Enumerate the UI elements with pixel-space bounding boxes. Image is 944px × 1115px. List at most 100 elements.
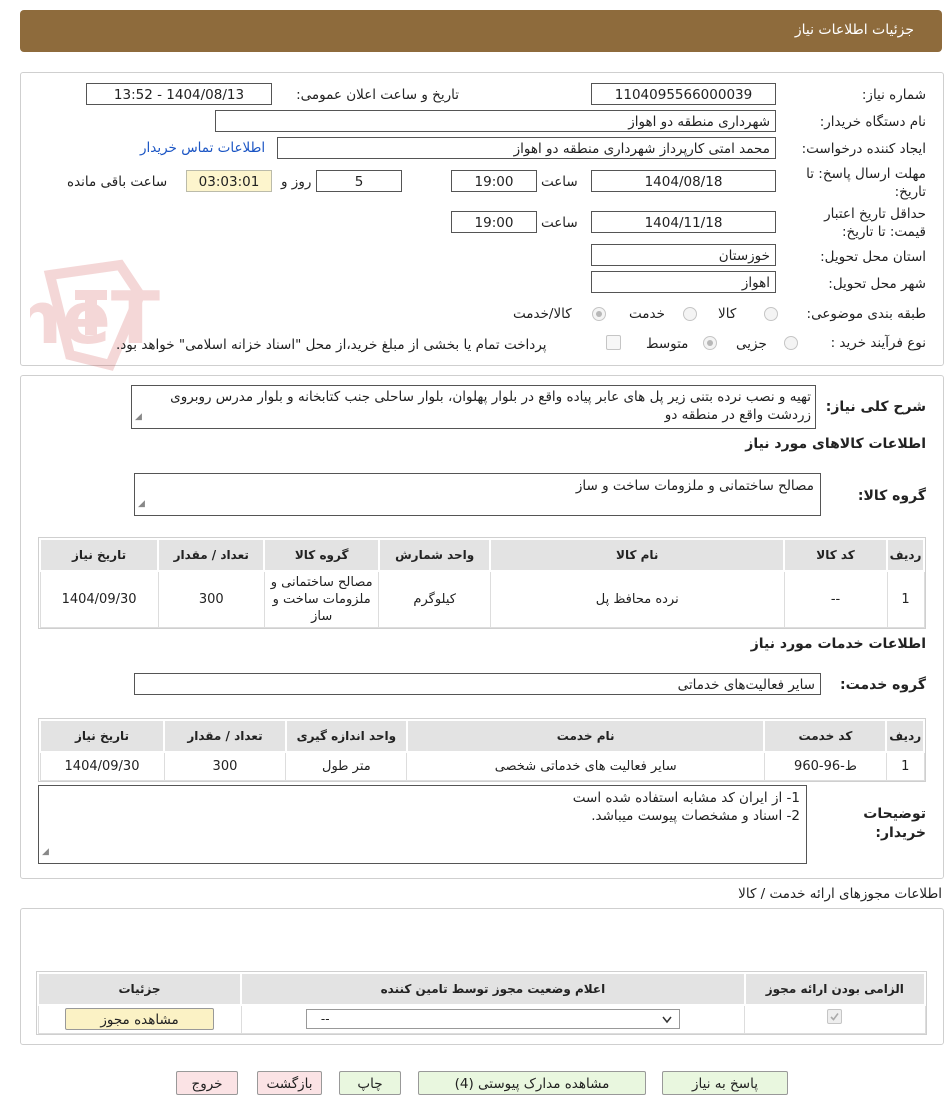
remaining-label: ساعت باقی مانده xyxy=(67,174,168,190)
city-field: اهواز xyxy=(591,271,776,293)
need-number-label: شماره نیاز: xyxy=(861,87,926,103)
days-label: روز و xyxy=(281,174,312,190)
cell-need-date: 1404/09/30 xyxy=(39,570,159,628)
table-row: -- مشاهده مجوز xyxy=(37,1004,926,1034)
goods-section-title: اطلاعات کالاهای مورد نیاز xyxy=(745,436,926,452)
requester-field: محمد امتی کارپرداز شهرداری منطقه دو اهوا… xyxy=(277,137,776,159)
col-service-name: نام خدمت xyxy=(405,719,766,753)
cell-service-code: ط-96-960 xyxy=(763,751,887,781)
cell-goods-name: نرده محافظ پل xyxy=(489,570,785,628)
cell-row-number: 1 xyxy=(886,570,925,628)
cell-need-date: 1404/09/30 xyxy=(39,751,165,781)
services-section-title: اطلاعات خدمات مورد نیاز xyxy=(750,636,926,652)
treasury-payment-note: پرداخت تمام یا بخشی از مبلغ خرید،از محل … xyxy=(116,337,547,353)
col-need-date: تاریخ نیاز xyxy=(39,719,165,753)
summary-textarea[interactable]: تهیه و نصب نرده بتنی زیر پل های عابر پیا… xyxy=(131,385,816,429)
col-row-number: ردیف xyxy=(886,538,925,572)
reply-button[interactable]: پاسخ به نیاز xyxy=(662,1071,788,1095)
deadline-label-2: تاریخ: xyxy=(894,184,926,200)
buyer-notes-label-2: خریدار: xyxy=(875,825,926,841)
resize-grip-icon[interactable]: ◢ xyxy=(138,495,145,513)
category-option-goods: کالا xyxy=(718,306,737,322)
col-goods-name: نام کالا xyxy=(489,538,786,572)
remaining-time-field: 03:03:01 xyxy=(186,170,272,192)
category-radio-goods[interactable] xyxy=(764,307,778,321)
cell-details: مشاهده مجوز xyxy=(37,1004,242,1034)
validity-label-2: قیمت: تا تاریخ: xyxy=(842,224,926,240)
validity-time-field: 19:00 xyxy=(451,211,537,233)
category-option-both: کالا/خدمت xyxy=(513,306,572,322)
cell-row-number: 1 xyxy=(885,751,925,781)
services-table-header: ردیف کد خدمت نام خدمت واحد اندازه گیری ت… xyxy=(39,719,925,753)
need-number-field: 1104095566000039 xyxy=(591,83,776,105)
view-permit-button[interactable]: مشاهده مجوز xyxy=(65,1008,215,1031)
col-need-date: تاریخ نیاز xyxy=(38,538,160,572)
province-field: خوزستان xyxy=(591,244,776,266)
print-button[interactable]: چاپ xyxy=(339,1071,401,1095)
deadline-label: مهلت ارسال پاسخ: تا xyxy=(806,166,926,182)
goods-group-value: مصالح ساختمانی و ملزومات ساخت و ساز xyxy=(575,478,814,494)
col-permit-status: اعلام وضعیت مجوز توسط تامین کننده xyxy=(240,972,746,1006)
deadline-time-label: ساعت xyxy=(541,174,578,190)
announce-label: تاریخ و ساعت اعلان عمومی: xyxy=(296,87,459,103)
process-option-minor: جزیی xyxy=(736,336,767,352)
category-label: طبقه بندی موضوعی: xyxy=(806,306,926,322)
cell-permit-status: -- xyxy=(240,1004,746,1034)
permit-status-value: -- xyxy=(320,1012,330,1027)
deadline-date-field: 1404/08/18 xyxy=(591,170,776,192)
buyer-org-field: شهرداری منطقه دو اهواز xyxy=(215,110,776,132)
services-table: ردیف کد خدمت نام خدمت واحد اندازه گیری ت… xyxy=(38,718,926,782)
process-option-medium: متوسط xyxy=(646,336,689,352)
days-field: 5 xyxy=(316,170,402,192)
service-group-field: سایر فعالیت‌های خدماتی xyxy=(134,673,821,695)
back-button[interactable]: بازگشت xyxy=(257,1071,322,1095)
summary-text: تهیه و نصب نرده بتنی زیر پل های عابر پیا… xyxy=(170,389,811,423)
cell-quantity: 300 xyxy=(157,570,265,628)
resize-grip-icon[interactable]: ◢ xyxy=(135,408,142,426)
resize-grip-icon[interactable]: ◢ xyxy=(42,843,49,861)
cell-measure-unit: متر طول xyxy=(285,751,408,781)
buyer-notes-textarea[interactable]: 1- از ایران کد مشابه استفاده شده است 2- … xyxy=(38,785,807,864)
exit-button[interactable]: خروج xyxy=(176,1071,238,1095)
goods-table: ردیف کد کالا نام کالا واحد شمارش گروه کا… xyxy=(38,537,926,629)
process-radio-medium[interactable] xyxy=(703,336,717,350)
buyer-contact-link[interactable]: اطلاعات تماس خریدار xyxy=(140,140,265,156)
permit-required-checkbox xyxy=(827,1009,843,1025)
category-radio-service[interactable] xyxy=(683,307,697,321)
table-row: 1 ط-96-960 سایر فعالیت های خدماتی شخصی م… xyxy=(39,751,925,781)
col-goods-group: گروه کالا xyxy=(263,538,380,572)
chevron-down-icon xyxy=(662,1016,672,1024)
cell-goods-code: -- xyxy=(783,570,888,628)
buyer-org-label: نام دستگاه خریدار: xyxy=(819,114,926,130)
process-radio-minor[interactable] xyxy=(784,336,798,350)
col-quantity: تعداد / مقدار xyxy=(163,719,287,753)
permit-status-select[interactable]: -- xyxy=(305,1009,680,1030)
col-row-number: ردیف xyxy=(885,719,925,753)
validity-time-label: ساعت xyxy=(541,215,578,231)
cell-permit-required xyxy=(744,1004,926,1034)
buyer-note-line-2: 2- اسناد و مشخصات پیوست میباشد. xyxy=(591,808,800,824)
permits-section-title: اطلاعات مجوزهای ارائه خدمت / کالا xyxy=(738,886,942,902)
cell-goods-group: مصالح ساختمانی و ملزومات ساخت و ساز xyxy=(263,570,380,628)
goods-group-textarea[interactable]: مصالح ساختمانی و ملزومات ساخت و ساز ◢ xyxy=(134,473,821,516)
permits-table: الزامی بودن ارائه مجوز اعلام وضعیت مجوز … xyxy=(36,971,927,1035)
cell-quantity: 300 xyxy=(163,751,287,781)
category-radio-both[interactable] xyxy=(592,307,606,321)
check-icon xyxy=(830,1013,839,1021)
permits-table-header: الزامی بودن ارائه مجوز اعلام وضعیت مجوز … xyxy=(36,972,927,1006)
validity-date-field: 1404/11/18 xyxy=(591,211,776,233)
watermark-logo: AriaTender.neT xyxy=(30,259,160,371)
service-group-label: گروه خدمت: xyxy=(840,677,926,693)
province-label: استان محل تحویل: xyxy=(820,249,926,265)
view-attachments-button[interactable]: مشاهده مدارک پیوستی (4) xyxy=(418,1071,646,1095)
treasury-payment-checkbox[interactable] xyxy=(606,335,621,350)
announce-datetime-field: 1404/08/13 - 13:52 xyxy=(86,83,272,105)
category-option-service: خدمت xyxy=(629,306,665,322)
goods-table-header: ردیف کد کالا نام کالا واحد شمارش گروه کا… xyxy=(38,538,925,572)
col-service-code: کد خدمت xyxy=(763,719,888,753)
cell-service-name: سایر فعالیت های خدماتی شخصی xyxy=(406,751,765,781)
col-permit-required: الزامی بودن ارائه مجوز xyxy=(743,972,927,1006)
table-row: 1 -- نرده محافظ پل کیلوگرم مصالح ساختمان… xyxy=(39,570,925,628)
col-unit: واحد شمارش xyxy=(377,538,492,572)
summary-label: شرح کلی نیاز: xyxy=(825,399,926,415)
